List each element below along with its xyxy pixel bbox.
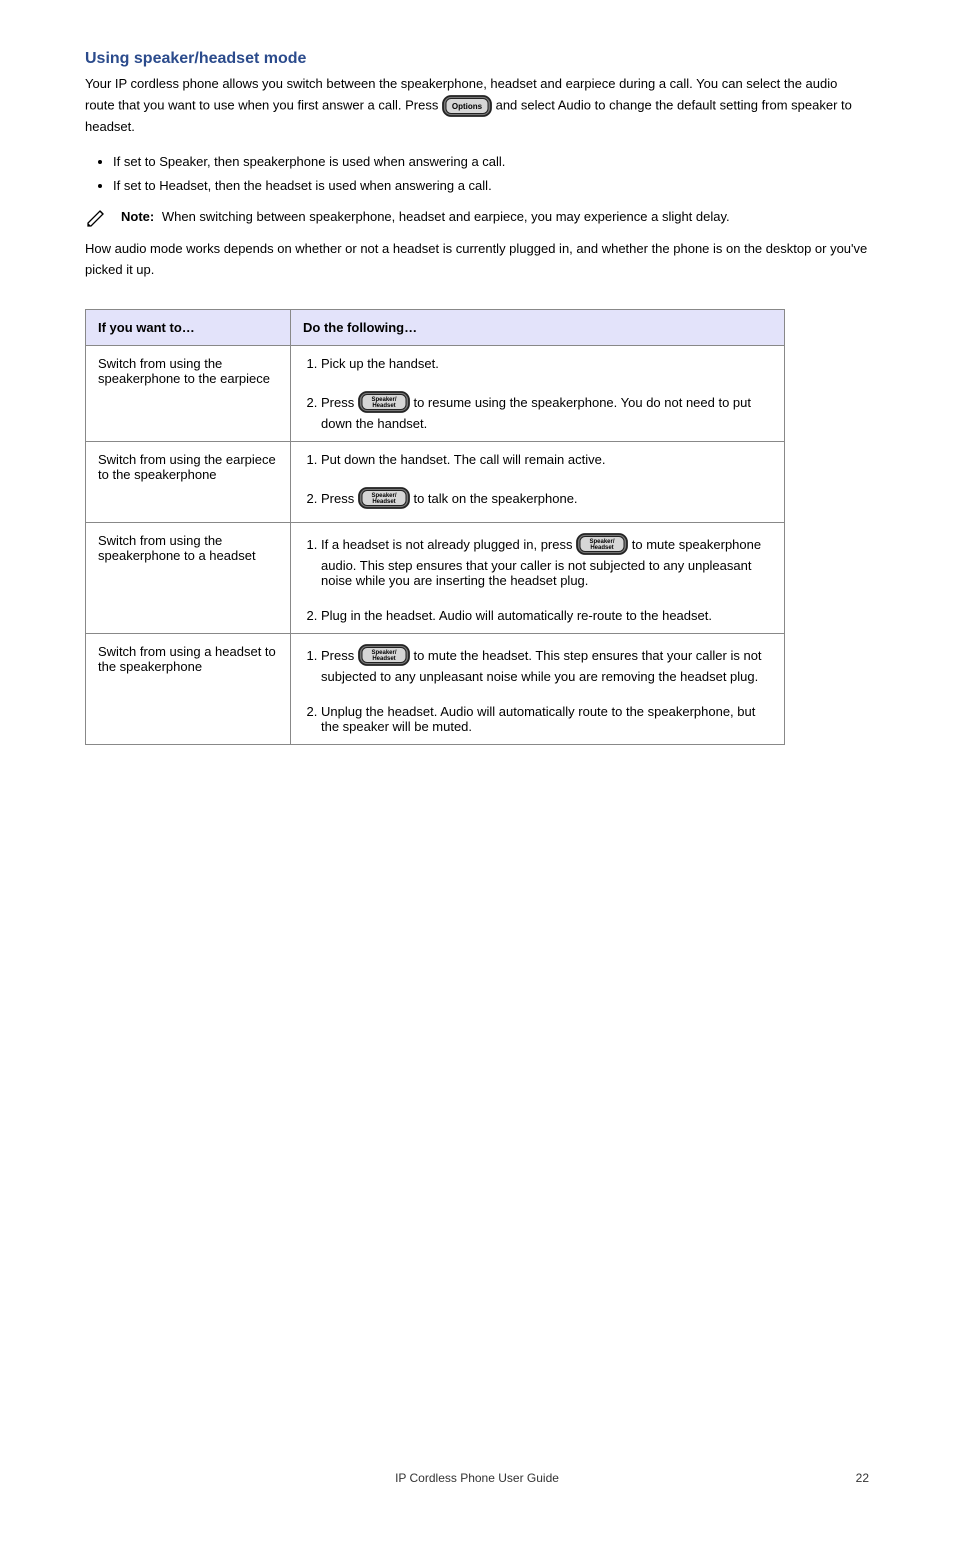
note-label: Note: xyxy=(121,209,158,224)
table-header-right: Do the following… xyxy=(291,309,785,345)
step-item: Pick up the handset. xyxy=(321,356,772,371)
pencil-icon xyxy=(85,207,107,229)
step-item: Press Speaker/ Headset to xyxy=(321,487,772,512)
speaker-headset-button-icon: Speaker/ Headset xyxy=(358,487,410,512)
document-page: Using speaker/headset mode Your IP cordl… xyxy=(0,0,954,1545)
svg-text:Headset: Headset xyxy=(372,499,395,505)
table-header-left: If you want to… xyxy=(86,309,291,345)
step-text-a: Press xyxy=(321,648,358,663)
table-cell-right: If a headset is not already plugged in, … xyxy=(291,522,785,633)
table-row: Switch from using the speakerphone to th… xyxy=(86,345,785,441)
step-item: Unplug the headset. Audio will automatic… xyxy=(321,704,772,734)
context-paragraph: How audio mode works depends on whether … xyxy=(85,239,869,281)
footer-page-number: 22 xyxy=(856,1471,869,1485)
svg-text:Headset: Headset xyxy=(590,545,613,551)
step-text-a: Press xyxy=(321,491,358,506)
options-button-label: Options xyxy=(452,102,483,111)
note-block: Note: When switching between speakerphon… xyxy=(85,207,869,229)
table-cell-left: Switch from using the speakerphone to th… xyxy=(86,345,291,441)
step-text-b: to talk on the speakerphone. xyxy=(413,491,577,506)
table-cell-right: Put down the handset. The call will rema… xyxy=(291,441,785,522)
speaker-headset-button-icon: Speaker/ Headset xyxy=(576,533,628,558)
speaker-headset-button-icon: Speaker/ Headset xyxy=(358,391,410,416)
table-cell-right: Press Speaker/ Headset to xyxy=(291,633,785,744)
note-body: When switching between speakerphone, hea… xyxy=(162,209,730,224)
list-item: If set to Speaker, then speakerphone is … xyxy=(113,152,869,173)
options-button-icon: Options xyxy=(442,95,492,117)
table-cell-right: Pick up the handset. Press Speaker/ Head… xyxy=(291,345,785,441)
svg-text:Headset: Headset xyxy=(372,656,395,662)
step-item: If a headset is not already plugged in, … xyxy=(321,533,772,588)
step-item: Press Speaker/ Headset to xyxy=(321,391,772,431)
list-item: If set to Headset, then the headset is u… xyxy=(113,176,869,197)
step-item: Plug in the headset. Audio will automati… xyxy=(321,608,772,623)
section-heading: Using speaker/headset mode xyxy=(85,50,869,68)
step-item: Press Speaker/ Headset to xyxy=(321,644,772,684)
footer-title: IP Cordless Phone User Guide xyxy=(0,1471,954,1485)
table-row: Switch from using the speakerphone to a … xyxy=(86,522,785,633)
step-item: Put down the handset. The call will rema… xyxy=(321,452,772,467)
table-cell-left: Switch from using the speakerphone to a … xyxy=(86,522,291,633)
table-row: Switch from using the earpiece to the sp… xyxy=(86,441,785,522)
table-cell-left: Switch from using the earpiece to the sp… xyxy=(86,441,291,522)
svg-text:Headset: Headset xyxy=(372,403,395,409)
audio-mode-list: If set to Speaker, then speakerphone is … xyxy=(85,152,869,198)
instruction-table: If you want to… Do the following… Switch… xyxy=(85,309,785,745)
speaker-headset-button-icon: Speaker/ Headset xyxy=(358,644,410,669)
intro-paragraph: Your IP cordless phone allows you switch… xyxy=(85,74,869,138)
instruction-table-wrap: If you want to… Do the following… Switch… xyxy=(85,309,869,745)
step-text-a: If a headset is not already plugged in, … xyxy=(321,537,576,552)
table-cell-left: Switch from using a headset to the speak… xyxy=(86,633,291,744)
note-text: Note: When switching between speakerphon… xyxy=(121,207,730,227)
step-text-a: Press xyxy=(321,395,358,410)
table-row: Switch from using a headset to the speak… xyxy=(86,633,785,744)
